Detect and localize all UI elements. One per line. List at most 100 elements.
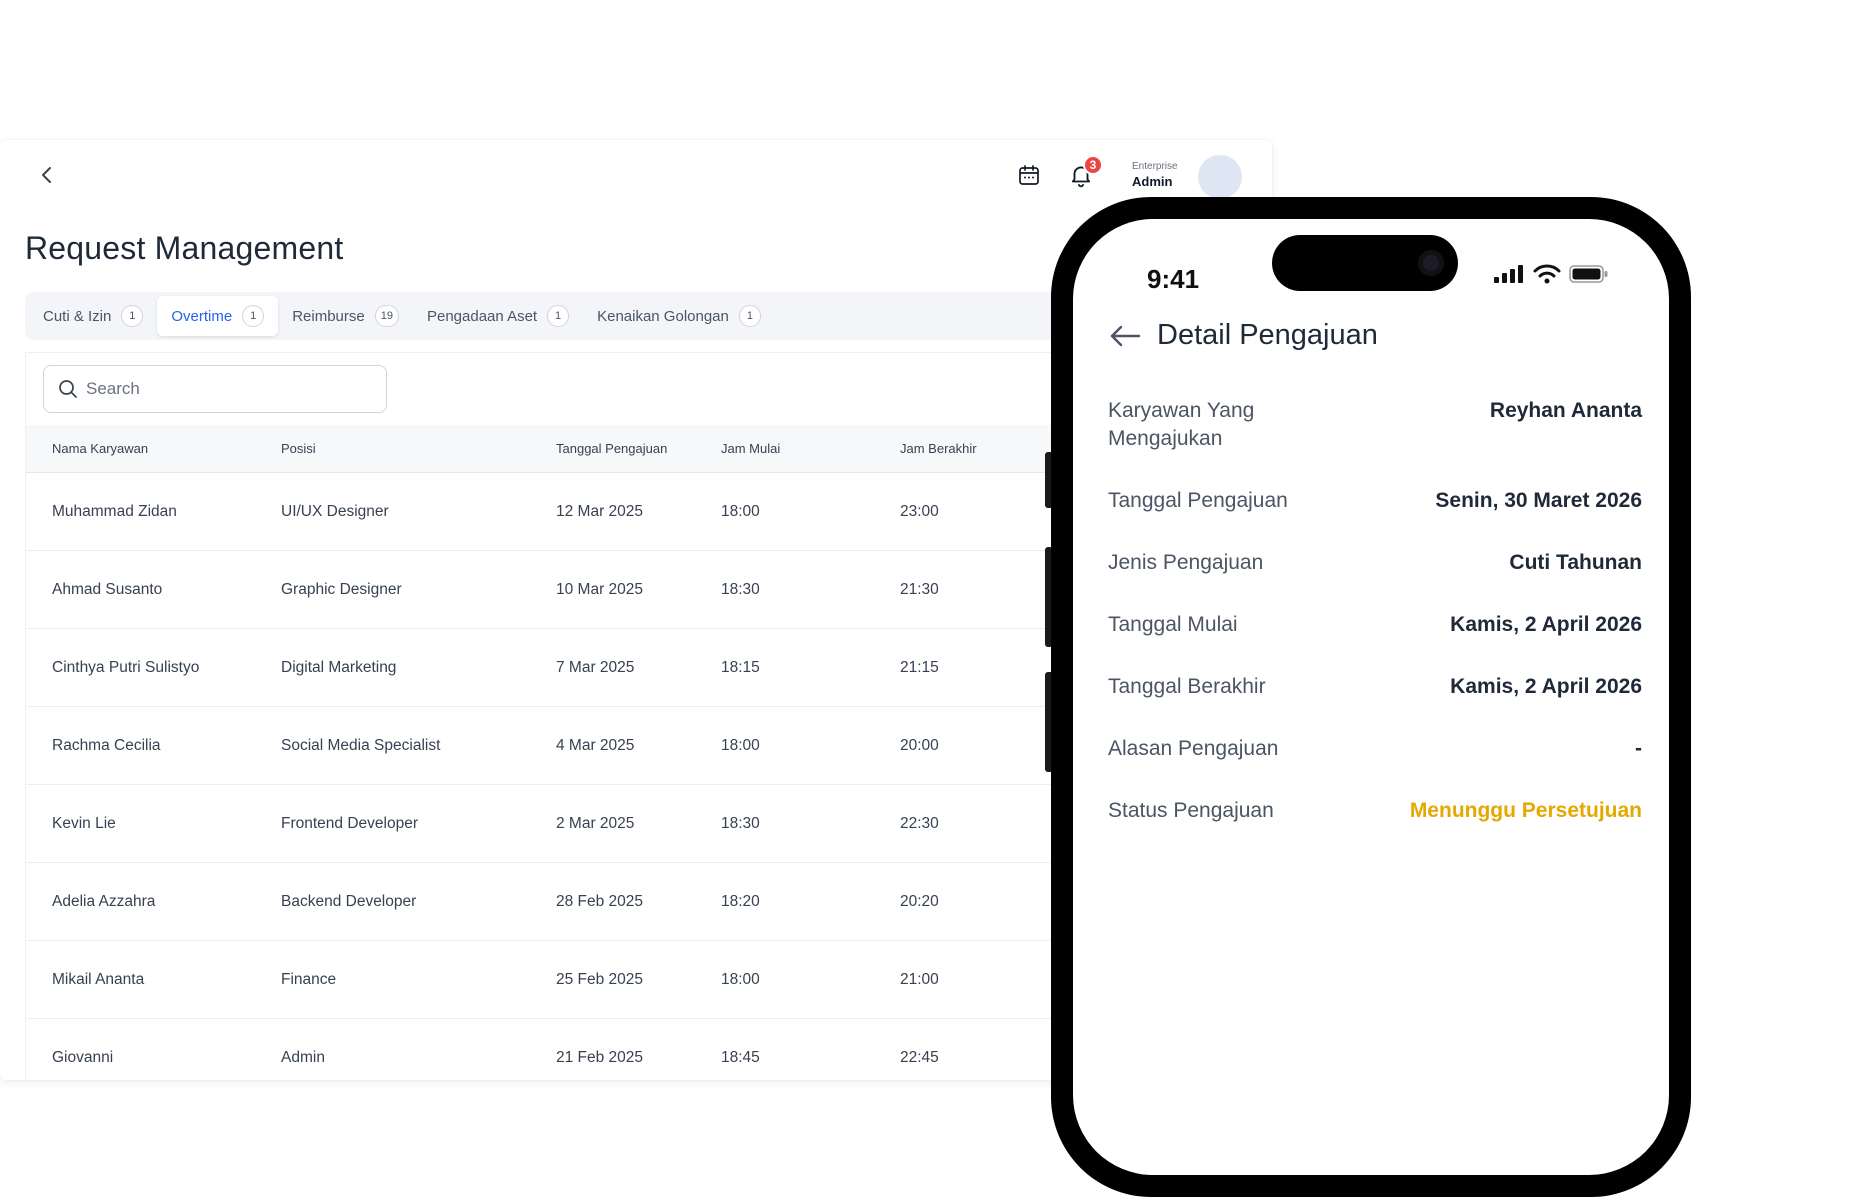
chevron-left-icon [42,167,51,183]
detail-value: Reyhan Ananta [1489,399,1642,422]
detail-row: Status Pengajuan Menunggu Persetujuan [1108,797,1642,825]
phone-screen: 9:41 Detail Pengajuan Karyawan Yang Meng… [1073,219,1669,1175]
cell-end: 20:20 [900,892,939,910]
user-plan: Enterprise [1132,161,1178,172]
table-row[interactable]: Mikail Ananta Finance 25 Feb 2025 18:00 … [26,941,1084,1019]
cell-name: Kevin Lie [52,814,116,832]
request-tabs: Cuti & Izin 1 Overtime 1 Reimburse 19 Penga… [25,292,1085,340]
detail-label: Tanggal Berakhir [1108,675,1266,698]
table-row[interactable]: Rachma Cecilia Social Media Specialist 4… [26,707,1084,785]
cell-start: 18:30 [721,814,760,832]
cell-name: Giovanni [52,1048,114,1066]
detail-label: Tanggal Mulai [1108,613,1238,636]
detail-title: Detail Pengajuan [1157,319,1378,351]
status-time: 9:41 [1147,264,1200,294]
cell-position: Social Media Specialist [281,736,441,754]
detail-value: Kamis, 2 April 2026 [1450,675,1642,698]
tab-cuti-izin[interactable]: Cuti & Izin 1 [29,296,157,336]
tab-reimburse[interactable]: Reimburse 19 [278,296,413,336]
calendar-button[interactable] [1014,160,1044,190]
table-row[interactable]: Giovanni Admin 21 Feb 2025 18:45 22:45 [26,1019,1084,1080]
requests-table: Nama Karyawan Posisi Tanggal Pengajuan J… [26,425,1084,1080]
search-input[interactable] [86,379,366,399]
cell-end: 23:00 [900,502,939,520]
column-header[interactable]: Jam Berakhir [900,441,1050,456]
cell-start: 18:00 [721,502,760,520]
search-icon [59,380,77,398]
tab-overtime[interactable]: Overtime 1 [157,296,279,336]
tab-kenaikan-golongan[interactable]: Kenaikan Golongan 1 [583,296,775,336]
detail-value: Kamis, 2 April 2026 [1450,613,1642,636]
status-value: Menunggu Persetujuan [1409,799,1642,822]
detail-header: Detail Pengajuan [1109,319,1378,352]
phone-mockup: 9:41 Detail Pengajuan Karyawan Yang Meng… [1045,197,1691,1197]
cell-date: 10 Mar 2025 [556,580,644,598]
column-header[interactable]: Tanggal Pengajuan [556,441,721,456]
wifi-icon [1533,264,1561,284]
table-row[interactable]: Ahmad Susanto Graphic Designer 10 Mar 20… [26,551,1084,629]
tab-label: Cuti & Izin [43,307,112,325]
table-row[interactable]: Muhammad Zidan UI/UX Designer 12 Mar 202… [26,473,1084,551]
cell-date: 25 Feb 2025 [556,970,644,988]
avatar[interactable] [1198,155,1242,199]
detail-label: Alasan Pengajuan [1108,737,1279,760]
cell-end: 22:30 [900,814,939,832]
search-box [43,365,387,413]
cell-position: Digital Marketing [281,658,397,676]
page-title: Request Management [25,230,344,266]
tab-label: Reimburse [292,307,365,325]
tab-label: Overtime [171,307,233,325]
cell-name: Mikail Ananta [52,970,145,988]
notification-badge: 3 [1083,155,1103,175]
cell-name: Muhammad Zidan [52,502,177,520]
column-header[interactable]: Posisi [281,441,556,456]
detail-row: Alasan Pengajuan - [1108,735,1642,763]
notifications-button[interactable]: 3 [1065,155,1103,190]
cell-name: Cinthya Putri Sulistyo [52,658,200,676]
detail-row: Karyawan Yang Mengajukan Reyhan Ananta [1108,397,1642,453]
detail-label: Karyawan Yang Mengajukan [1108,399,1255,450]
table-row[interactable]: Adelia Azzahra Backend Developer 28 Feb … [26,863,1084,941]
cell-end: 21:00 [900,970,939,988]
back-button[interactable] [34,162,60,188]
cell-start: 18:00 [721,970,760,988]
cell-position: UI/UX Designer [281,502,389,520]
tab-pengadaan-aset[interactable]: Pengadaan Aset 1 [413,296,583,336]
cell-date: 7 Mar 2025 [556,658,635,676]
column-header[interactable]: Nama Karyawan [26,441,281,456]
dynamic-island [1272,235,1458,291]
cell-position: Admin [281,1048,325,1066]
cell-end: 20:00 [900,736,939,754]
cell-end: 21:30 [900,580,939,598]
tab-label: Pengadaan Aset [426,307,538,325]
cell-name: Rachma Cecilia [52,736,161,754]
cell-end: 22:45 [900,1048,939,1066]
detail-value: Cuti Tahunan [1509,551,1642,574]
detail-row: Tanggal Berakhir Kamis, 2 April 2026 [1108,673,1642,701]
cell-date: 28 Feb 2025 [556,892,644,910]
detail-label: Status Pengajuan [1108,799,1274,822]
table-header: Nama Karyawan Posisi Tanggal Pengajuan J… [26,425,1084,473]
detail-row: Tanggal Pengajuan Senin, 30 Maret 2026 [1108,487,1642,515]
cell-start: 18:15 [721,658,760,676]
camera-icon [1418,250,1444,276]
cell-start: 18:00 [721,736,760,754]
cell-position: Finance [281,970,337,988]
detail-row: Jenis Pengajuan Cuti Tahunan [1108,549,1642,577]
column-header[interactable]: Jam Mulai [721,441,900,456]
user-info[interactable]: Enterprise Admin [1132,160,1178,191]
signal-icon [1494,265,1523,283]
cell-name: Adelia Azzahra [52,892,156,910]
tab-label: Kenaikan Golongan [597,307,729,325]
user-role: Admin [1132,174,1173,189]
cell-start: 18:20 [721,892,760,910]
detail-value: - [1635,737,1642,760]
table-row[interactable]: Kevin Lie Frontend Developer 2 Mar 2025 … [26,785,1084,863]
table-row[interactable]: Cinthya Putri Sulistyo Digital Marketing… [26,629,1084,707]
arrow-left-icon[interactable] [1109,325,1141,347]
cell-date: 4 Mar 2025 [556,736,635,754]
cell-date: 21 Feb 2025 [556,1048,644,1066]
detail-value: Senin, 30 Maret 2026 [1435,489,1642,512]
cell-start: 18:45 [721,1048,760,1066]
tab-count: 19 [374,305,399,327]
